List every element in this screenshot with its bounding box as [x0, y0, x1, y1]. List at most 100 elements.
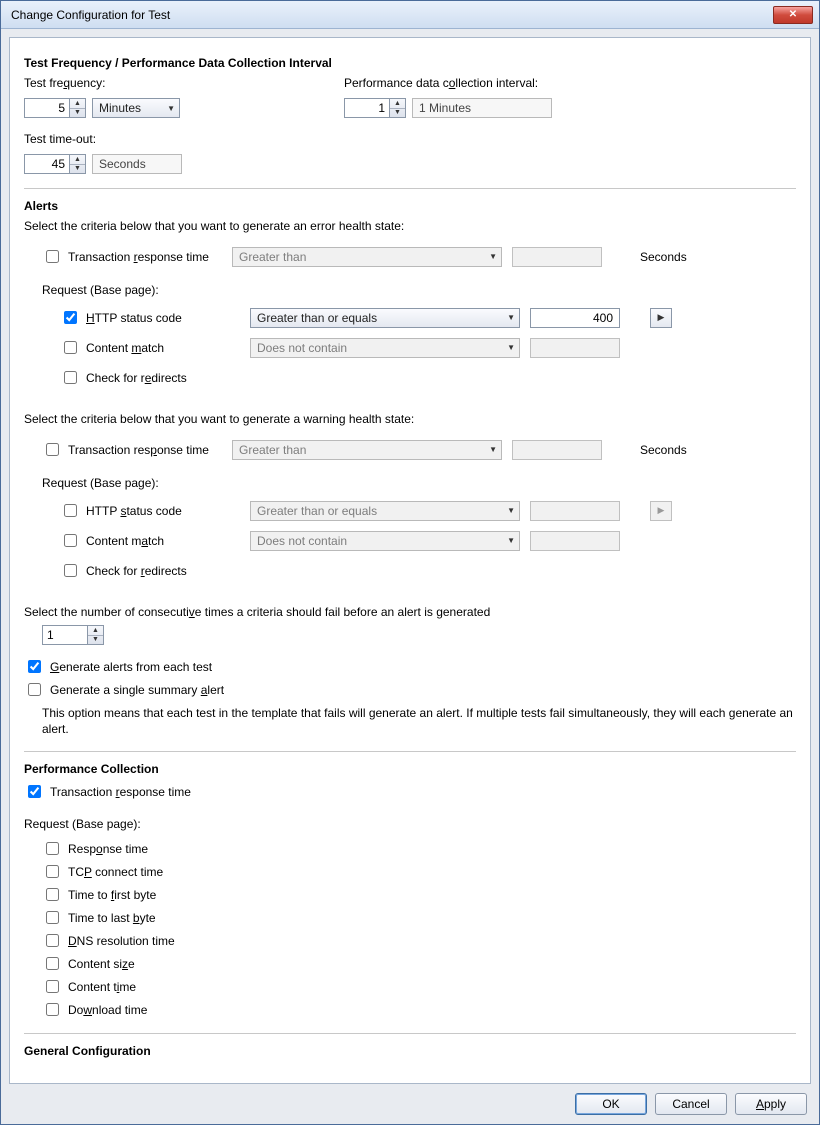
section-frequency-title: Test Frequency / Performance Data Collec…: [24, 56, 796, 70]
spinner-up-icon[interactable]: ▲: [70, 155, 85, 165]
error-http-value[interactable]: [530, 308, 620, 328]
combo-text: Does not contain: [257, 341, 501, 355]
warn-trt-op-combo: Greater than ▼: [232, 440, 502, 460]
chevron-down-icon: ▼: [489, 445, 497, 454]
error-http-op-combo[interactable]: Greater than or equals ▼: [250, 308, 520, 328]
section-perf-title: Performance Collection: [24, 762, 796, 776]
perf-ctime-check[interactable]: [46, 980, 59, 993]
interval-display: 1 Minutes: [412, 98, 552, 118]
error-trt-checkbox[interactable]: Transaction response time: [42, 247, 222, 266]
gen-single-checkbox[interactable]: Generate a single summary alert: [24, 680, 796, 699]
perf-trt-checkbox[interactable]: Transaction response time: [24, 782, 796, 801]
test-frequency-unit-combo[interactable]: Minutes ▼: [92, 98, 180, 118]
error-content-label: Content match: [86, 341, 164, 355]
spinner-up-icon[interactable]: ▲: [70, 99, 85, 109]
perf-tcp-label: TCP connect time: [68, 865, 163, 879]
warn-http-op-combo: Greater than or equals ▼: [250, 501, 520, 521]
perf-csize-checkbox[interactable]: Content size: [42, 954, 796, 973]
chevron-down-icon: ▼: [167, 104, 175, 113]
timeout-spinner[interactable]: ▲▼: [24, 154, 86, 174]
gen-each-check[interactable]: [28, 660, 41, 673]
spinner-up-icon[interactable]: ▲: [88, 626, 103, 636]
interval-spinner[interactable]: ▲▼: [344, 98, 406, 118]
perf-dl-check[interactable]: [46, 1003, 59, 1016]
ok-button[interactable]: OK: [575, 1093, 647, 1115]
test-frequency-unit-text: Minutes: [99, 101, 161, 115]
warn-redirect-check[interactable]: [64, 564, 77, 577]
warn-http-checkbox[interactable]: HTTP status code: [60, 501, 240, 520]
scroll-pane[interactable]: Test Frequency / Performance Data Collec…: [10, 38, 810, 1083]
divider: [24, 188, 796, 189]
perf-response-check[interactable]: [46, 842, 59, 855]
warn-trt-value: [512, 440, 602, 460]
error-http-check[interactable]: [64, 311, 77, 324]
error-redirect-checkbox[interactable]: Check for redirects: [60, 368, 240, 387]
spinner-down-icon[interactable]: ▼: [70, 165, 85, 174]
perf-ttfb-check[interactable]: [46, 888, 59, 901]
error-trt-value: [512, 247, 602, 267]
perf-ctime-checkbox[interactable]: Content time: [42, 977, 796, 996]
warn-trt-checkbox[interactable]: Transaction response time: [42, 440, 222, 459]
gen-single-label: Generate a single summary alert: [50, 683, 224, 697]
warn-redirect-checkbox[interactable]: Check for redirects: [60, 561, 240, 580]
warn-http-check[interactable]: [64, 504, 77, 517]
error-trt-check[interactable]: [46, 250, 59, 263]
cancel-button[interactable]: Cancel: [655, 1093, 727, 1115]
test-frequency-input[interactable]: [25, 99, 69, 117]
perf-dl-checkbox[interactable]: Download time: [42, 1000, 796, 1019]
perf-ttlb-check[interactable]: [46, 911, 59, 924]
seconds-label: Seconds: [640, 250, 796, 264]
consecutive-spinner[interactable]: ▲▼: [42, 625, 104, 645]
spinner-down-icon[interactable]: ▼: [88, 636, 103, 645]
error-request-label: Request (Base page):: [42, 283, 159, 297]
spinner-down-icon[interactable]: ▼: [70, 109, 85, 118]
warn-redirect-label: Check for redirects: [86, 564, 187, 578]
error-content-checkbox[interactable]: Content match: [60, 338, 240, 357]
perf-response-checkbox[interactable]: Response time: [42, 839, 796, 858]
gen-each-checkbox[interactable]: Generate alerts from each test: [24, 657, 796, 676]
warn-content-label: Content match: [86, 534, 164, 548]
button-bar: OK Cancel Apply: [1, 1084, 819, 1124]
error-http-checkbox[interactable]: HTTP status code: [60, 308, 240, 327]
warn-content-checkbox[interactable]: Content match: [60, 531, 240, 550]
error-content-check[interactable]: [64, 341, 77, 354]
spinner-down-icon[interactable]: ▼: [390, 109, 405, 118]
apply-button[interactable]: Apply: [735, 1093, 807, 1115]
gen-description: This option means that each test in the …: [42, 705, 796, 737]
perf-ctime-label: Content time: [68, 980, 136, 994]
timeout-label: Test time-out:: [24, 132, 96, 146]
perf-dl-label: Download time: [68, 1003, 147, 1017]
error-redirect-label: Check for redirects: [86, 371, 187, 385]
perf-dns-check[interactable]: [46, 934, 59, 947]
dialog-window: Change Configuration for Test ✕ Test Fre…: [0, 0, 820, 1125]
perf-dns-checkbox[interactable]: DNS resolution time: [42, 931, 796, 950]
alerts-warning-intro: Select the criteria below that you want …: [24, 412, 414, 426]
warn-trt-label: Transaction response time: [68, 443, 209, 457]
timeout-input[interactable]: [25, 155, 69, 173]
chevron-down-icon: ▼: [507, 343, 515, 352]
perf-csize-check[interactable]: [46, 957, 59, 970]
interval-input[interactable]: [345, 99, 389, 117]
spinner-up-icon[interactable]: ▲: [390, 99, 405, 109]
test-frequency-label: Test frequency:: [24, 76, 105, 90]
perf-ttlb-checkbox[interactable]: Time to last byte: [42, 908, 796, 927]
gen-each-label: Generate alerts from each test: [50, 660, 212, 674]
perf-tcp-checkbox[interactable]: TCP connect time: [42, 862, 796, 881]
close-button[interactable]: ✕: [773, 6, 813, 24]
warn-content-check[interactable]: [64, 534, 77, 547]
consecutive-input[interactable]: [43, 626, 87, 644]
section-general-title: General Configuration: [24, 1044, 796, 1058]
perf-trt-check[interactable]: [28, 785, 41, 798]
combo-text: Greater than or equals: [257, 504, 501, 518]
warn-http-play-button: ▶: [650, 501, 672, 521]
consecutive-label: Select the number of consecutive times a…: [24, 605, 490, 619]
perf-ttfb-checkbox[interactable]: Time to first byte: [42, 885, 796, 904]
timeout-unit: Seconds: [92, 154, 182, 174]
chevron-down-icon: ▼: [507, 506, 515, 515]
warn-trt-check[interactable]: [46, 443, 59, 456]
error-http-play-button[interactable]: ▶: [650, 308, 672, 328]
gen-single-check[interactable]: [28, 683, 41, 696]
perf-tcp-check[interactable]: [46, 865, 59, 878]
test-frequency-spinner[interactable]: ▲▼: [24, 98, 86, 118]
error-redirect-check[interactable]: [64, 371, 77, 384]
